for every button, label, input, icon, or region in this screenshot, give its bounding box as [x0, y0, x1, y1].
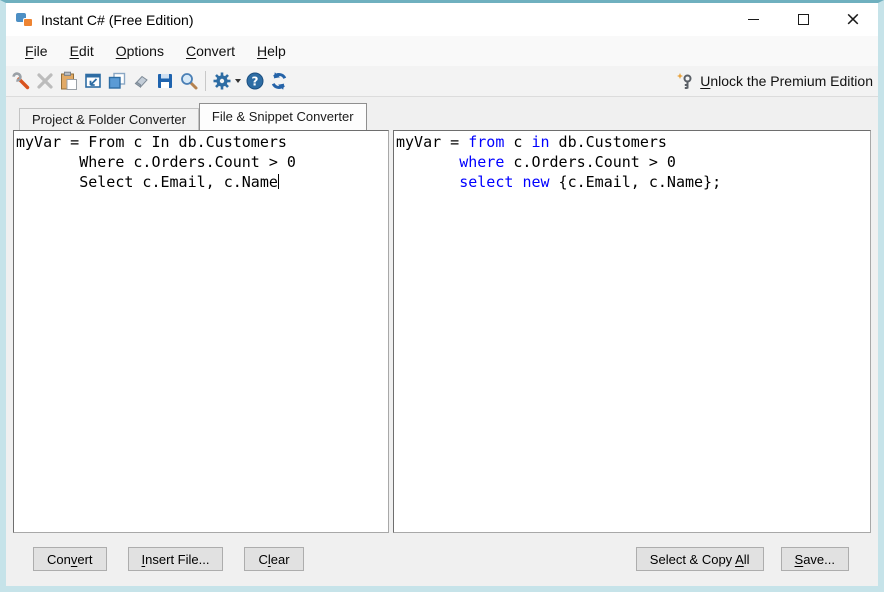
window-title: Instant C# (Free Edition): [41, 11, 194, 28]
unlock-premium-link[interactable]: Unlock the Premium Edition: [676, 72, 873, 90]
app-icon: [16, 12, 33, 27]
insert-file-icon[interactable]: [81, 69, 105, 93]
svg-text:?: ?: [252, 75, 259, 89]
paste-icon[interactable]: [57, 69, 81, 93]
options-tools-icon[interactable]: [9, 69, 33, 93]
text-caret: [277, 174, 279, 189]
help-icon[interactable]: ?: [243, 69, 267, 93]
menu-options[interactable]: Options: [105, 38, 175, 64]
minimize-button[interactable]: [728, 3, 778, 36]
select-copy-all-button[interactable]: Select & Copy All: [635, 547, 764, 571]
settings-dropdown-caret[interactable]: [235, 79, 241, 83]
close-icon: ×: [845, 8, 861, 30]
toolbar: ? Unlock the Premium Edition: [6, 66, 878, 97]
menu-file[interactable]: File: [14, 38, 59, 64]
tab-project-folder-converter[interactable]: Project & Folder Converter: [19, 108, 199, 130]
app-window: Instant C# (Free Edition) × File Edit Op…: [0, 0, 884, 592]
copy-icon[interactable]: [105, 69, 129, 93]
unlock-premium-label: Unlock the Premium Edition: [700, 73, 873, 89]
caption-buttons: ×: [728, 3, 878, 36]
maximize-icon: [797, 14, 809, 25]
premium-key-icon: [677, 73, 692, 89]
insert-file-button[interactable]: Insert File...: [127, 547, 224, 571]
settings-gear-icon[interactable]: [210, 69, 234, 93]
find-icon[interactable]: [177, 69, 201, 93]
vb-source-code: myVar = From c In db.Customers Where c.O…: [16, 133, 296, 191]
save-button[interactable]: Save...: [780, 547, 849, 571]
menu-convert[interactable]: Convert: [175, 38, 246, 64]
delete-icon[interactable]: [33, 69, 57, 93]
clear-eraser-icon[interactable]: [129, 69, 153, 93]
menu-help[interactable]: Help: [246, 38, 297, 64]
menu-bar: File Edit Options Convert Help: [6, 36, 878, 66]
maximize-button[interactable]: [778, 3, 828, 36]
tab-file-snippet-converter[interactable]: File & Snippet Converter: [198, 103, 367, 130]
button-row: Convert Insert File... Clear Select & Co…: [13, 547, 871, 571]
convert-button[interactable]: Convert: [33, 547, 107, 571]
csharp-output-editor[interactable]: myVar = from c in db.Customers where c.O…: [393, 130, 871, 533]
tab-strip: Project & Folder Converter File & Snippe…: [13, 103, 871, 130]
csharp-output-code: myVar = from c in db.Customers where c.O…: [396, 133, 722, 191]
converter-panels: myVar = From c In db.Customers Where c.O…: [13, 130, 871, 533]
minimize-icon: [747, 19, 759, 20]
clear-button[interactable]: Clear: [244, 547, 304, 571]
toolbar-separator: [205, 71, 206, 91]
convert-refresh-icon[interactable]: [267, 69, 291, 93]
title-bar: Instant C# (Free Edition) ×: [6, 3, 878, 36]
vb-source-editor[interactable]: myVar = From c In db.Customers Where c.O…: [13, 130, 389, 533]
menu-edit[interactable]: Edit: [59, 38, 105, 64]
save-icon[interactable]: [153, 69, 177, 93]
close-button[interactable]: ×: [828, 3, 878, 36]
main-content: Project & Folder Converter File & Snippe…: [6, 97, 878, 586]
right-button-group: Select & Copy All Save...: [635, 547, 849, 571]
